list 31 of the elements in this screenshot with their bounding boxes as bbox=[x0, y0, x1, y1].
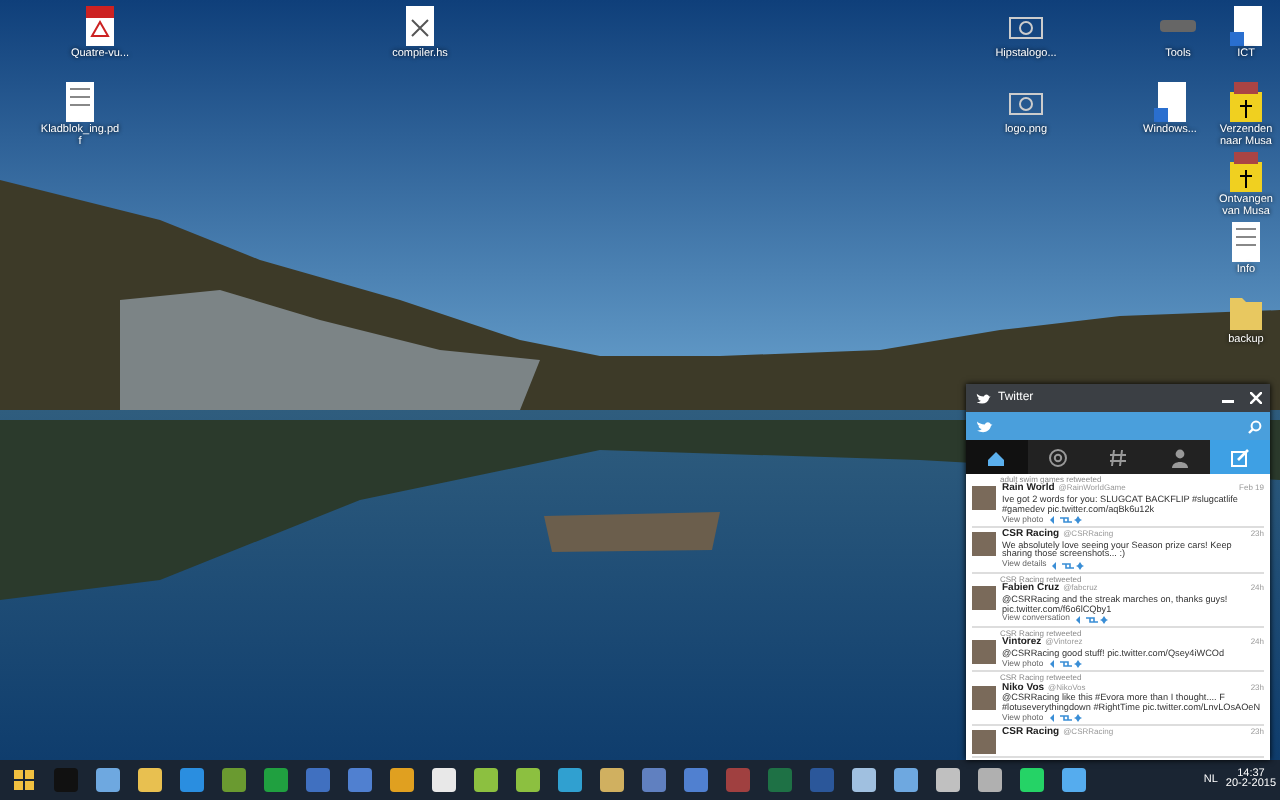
home-icon bbox=[986, 447, 1007, 467]
avatar-placeholder bbox=[972, 586, 996, 611]
compose-icon bbox=[1230, 447, 1250, 467]
pdf-file-icon[interactable] bbox=[80, 4, 120, 48]
shortcut-file-icon[interactable] bbox=[1226, 4, 1266, 48]
tweet-actions-icon[interactable] bbox=[1049, 515, 1082, 524]
document-icon[interactable] bbox=[60, 80, 100, 124]
archive-icon[interactable] bbox=[1226, 80, 1266, 124]
bird-icon bbox=[974, 390, 992, 406]
person-icon bbox=[1169, 447, 1190, 467]
tweet-actions-icon[interactable] bbox=[1049, 659, 1082, 668]
home-tab[interactable] bbox=[966, 440, 1027, 474]
compose-button[interactable] bbox=[1210, 440, 1270, 474]
avatar-placeholder bbox=[972, 486, 996, 511]
avatar-placeholder bbox=[972, 730, 996, 755]
avatar-placeholder bbox=[972, 640, 996, 665]
hashtag-icon bbox=[1108, 447, 1129, 467]
tweet-actions-icon[interactable] bbox=[1052, 561, 1085, 570]
avatar-placeholder bbox=[972, 685, 996, 710]
document-icon[interactable] bbox=[1226, 220, 1266, 264]
close-icon[interactable] bbox=[1250, 392, 1262, 404]
avatar-placeholder bbox=[972, 532, 996, 557]
archive-icon[interactable] bbox=[1226, 150, 1266, 194]
tweet-actions-icon[interactable] bbox=[1075, 615, 1108, 624]
search-icon[interactable] bbox=[1248, 419, 1262, 433]
at-sign-icon bbox=[1047, 447, 1068, 467]
file-icon[interactable] bbox=[400, 4, 440, 48]
four-squares-icon bbox=[13, 770, 33, 790]
bird-icon bbox=[974, 418, 994, 434]
shortcut-file-icon[interactable] bbox=[1150, 80, 1190, 124]
tweet-actions-icon[interactable] bbox=[1049, 714, 1082, 723]
